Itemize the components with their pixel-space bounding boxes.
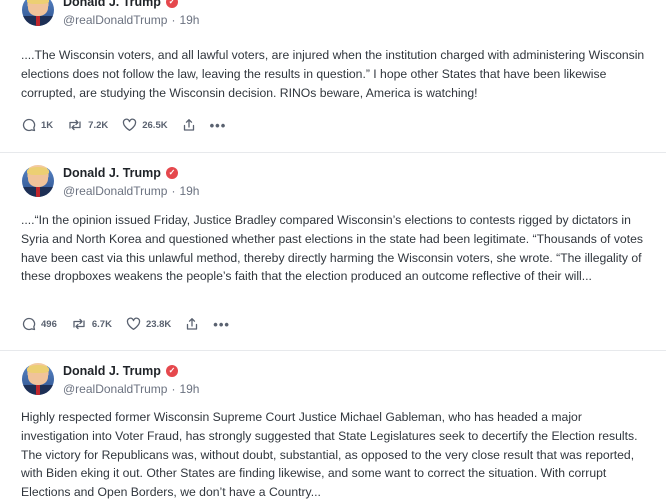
verified-badge-icon: ✓: [165, 0, 178, 8]
reply-button[interactable]: 1K: [22, 118, 53, 132]
more-dots-icon: •••: [209, 117, 227, 133]
action-bar: 496 6.7K 23.8K •••: [22, 317, 244, 331]
heart-icon: [126, 317, 141, 331]
author-name[interactable]: Donald J. Trump: [63, 364, 161, 378]
share-button[interactable]: [182, 118, 196, 132]
separator-dot: ·: [171, 184, 176, 198]
repost-button[interactable]: 6.7K: [71, 317, 112, 331]
author-row: Donald J. Trump ✓: [63, 0, 178, 9]
separator-dot: ·: [171, 13, 176, 27]
avatar[interactable]: [22, 165, 54, 197]
repost-button[interactable]: 7.2K: [67, 118, 108, 132]
post-text: ....“In the opinion issued Friday, Justi…: [21, 213, 643, 284]
like-count: 23.8K: [145, 318, 172, 330]
post-time[interactable]: 19h: [179, 13, 199, 27]
more-button[interactable]: •••: [210, 119, 227, 132]
post-text: ....The Wisconsin voters, and all lawful…: [21, 48, 645, 100]
verified-badge-icon: ✓: [165, 167, 178, 179]
repost-arrows-icon: [67, 118, 83, 132]
separator-dot: ·: [171, 382, 176, 396]
handle-row: @realDonaldTrump · 19h: [63, 382, 199, 396]
post-feed: Donald J. Trump ✓ @realDonaldTrump · 19h…: [0, 0, 666, 500]
author-row: Donald J. Trump ✓: [63, 364, 178, 378]
repost-count: 6.7K: [91, 318, 112, 330]
post[interactable]: Donald J. Trump ✓ @realDonaldTrump · 19h…: [0, 152, 666, 346]
action-bar: 1K 7.2K 26.5K •••: [22, 118, 240, 132]
author-row: Donald J. Trump ✓: [63, 166, 178, 180]
share-button[interactable]: [185, 317, 199, 331]
verified-badge-icon: ✓: [165, 365, 178, 377]
post[interactable]: Donald J. Trump ✓ @realDonaldTrump · 19h…: [0, 350, 666, 500]
more-button[interactable]: •••: [213, 318, 230, 331]
handle-row: @realDonaldTrump · 19h: [63, 13, 199, 27]
post-text: Highly respected former Wisconsin Suprem…: [21, 410, 638, 500]
reply-bubble-icon: [22, 118, 36, 132]
reply-count: 496: [41, 318, 57, 330]
author-handle[interactable]: @realDonaldTrump: [63, 13, 167, 27]
like-button[interactable]: 26.5K: [122, 118, 168, 132]
post[interactable]: Donald J. Trump ✓ @realDonaldTrump · 19h…: [0, 0, 666, 142]
avatar-tie: [36, 385, 40, 395]
avatar[interactable]: [22, 363, 54, 395]
avatar[interactable]: [22, 0, 54, 26]
reply-button[interactable]: 496: [22, 317, 57, 331]
like-count: 26.5K: [142, 119, 168, 131]
author-handle[interactable]: @realDonaldTrump: [63, 382, 167, 396]
avatar-hair: [27, 0, 49, 4]
share-upload-icon: [185, 317, 199, 331]
more-dots-icon: •••: [213, 316, 230, 332]
repost-arrows-icon: [71, 317, 87, 331]
avatar-tie: [36, 16, 40, 26]
heart-icon: [122, 118, 137, 132]
author-name[interactable]: Donald J. Trump: [63, 166, 161, 180]
author-handle[interactable]: @realDonaldTrump: [63, 184, 167, 198]
post-time[interactable]: 19h: [179, 184, 199, 198]
handle-row: @realDonaldTrump · 19h: [63, 184, 199, 198]
avatar-hair: [27, 365, 49, 373]
repost-count: 7.2K: [88, 119, 109, 131]
post-time[interactable]: 19h: [179, 382, 199, 396]
avatar-tie: [36, 187, 40, 197]
share-upload-icon: [182, 118, 196, 132]
author-name[interactable]: Donald J. Trump: [63, 0, 161, 9]
avatar-hair: [27, 167, 49, 175]
reply-count: 1K: [41, 119, 54, 131]
like-button[interactable]: 23.8K: [126, 317, 171, 331]
reply-bubble-icon: [22, 317, 36, 331]
